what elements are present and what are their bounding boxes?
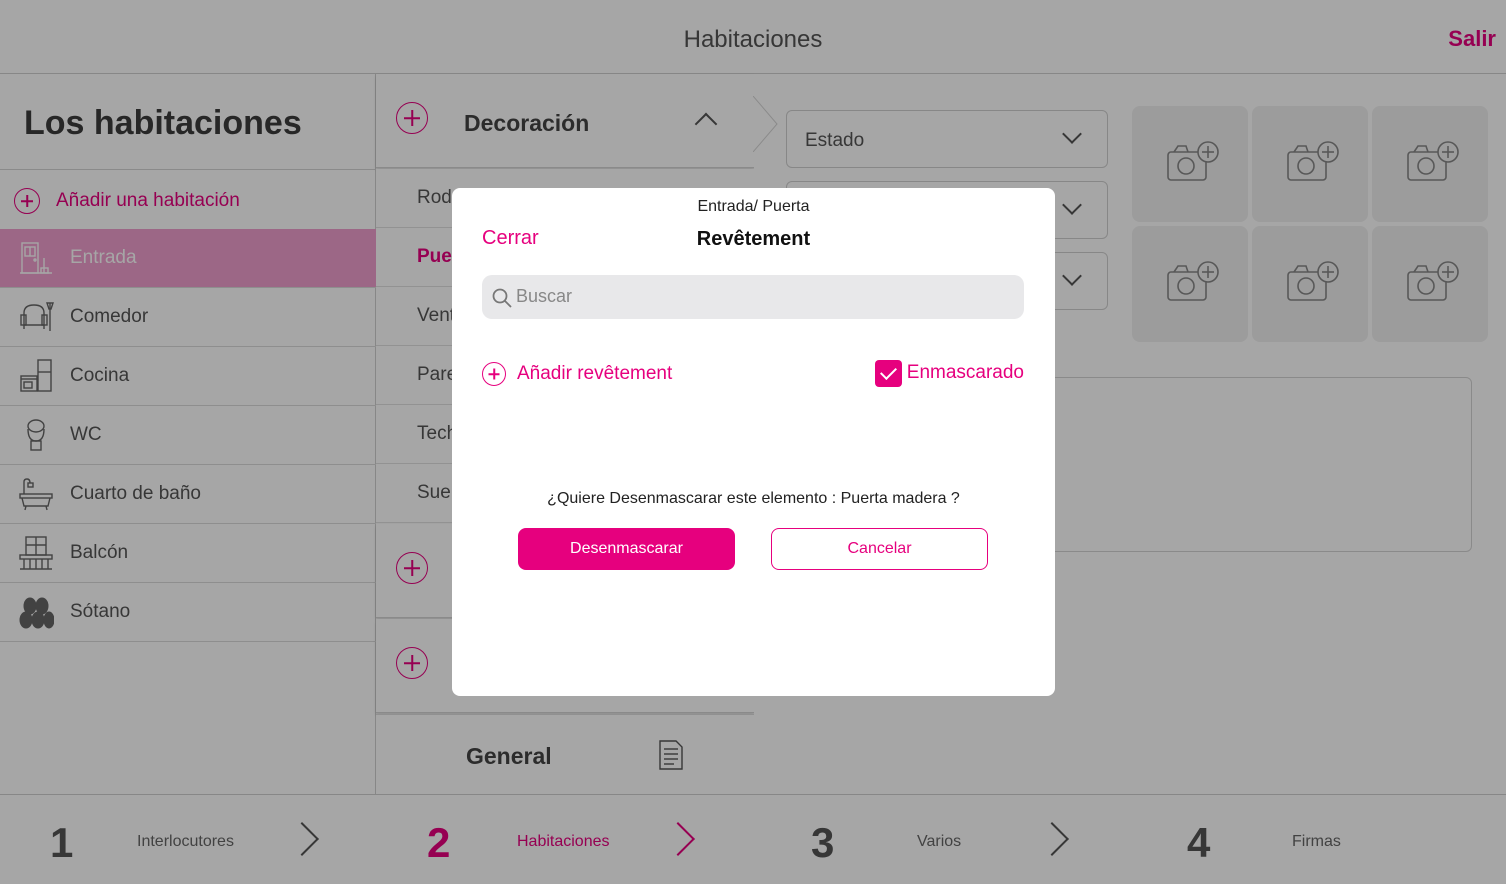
revetement-dialog: Entrada/ Puerta Cerrar Revêtement Buscar…: [452, 188, 1055, 696]
checkbox-checked-icon[interactable]: [874, 359, 902, 387]
dialog-breadcrumb: Entrada/ Puerta: [697, 198, 810, 215]
add-revetement-button[interactable]: Añadir revêtement: [482, 361, 672, 387]
unmask-question: ¿Quiere Desenmascarar este elemento : Pu…: [547, 490, 960, 507]
masked-label: Enmascarado: [906, 362, 1024, 383]
dialog-title: Revêtement: [696, 228, 811, 250]
masked-checkbox[interactable]: Enmascarado: [874, 359, 1024, 387]
cancel-button[interactable]: Cancelar: [771, 528, 988, 570]
search-icon: [492, 288, 512, 308]
search-placeholder: Buscar: [516, 286, 573, 306]
plus-circle-icon: [482, 362, 506, 386]
unmask-button[interactable]: Desenmascarar: [518, 528, 735, 570]
add-revetement-label: Añadir revêtement: [517, 363, 673, 384]
search-input[interactable]: Buscar: [482, 275, 1024, 319]
